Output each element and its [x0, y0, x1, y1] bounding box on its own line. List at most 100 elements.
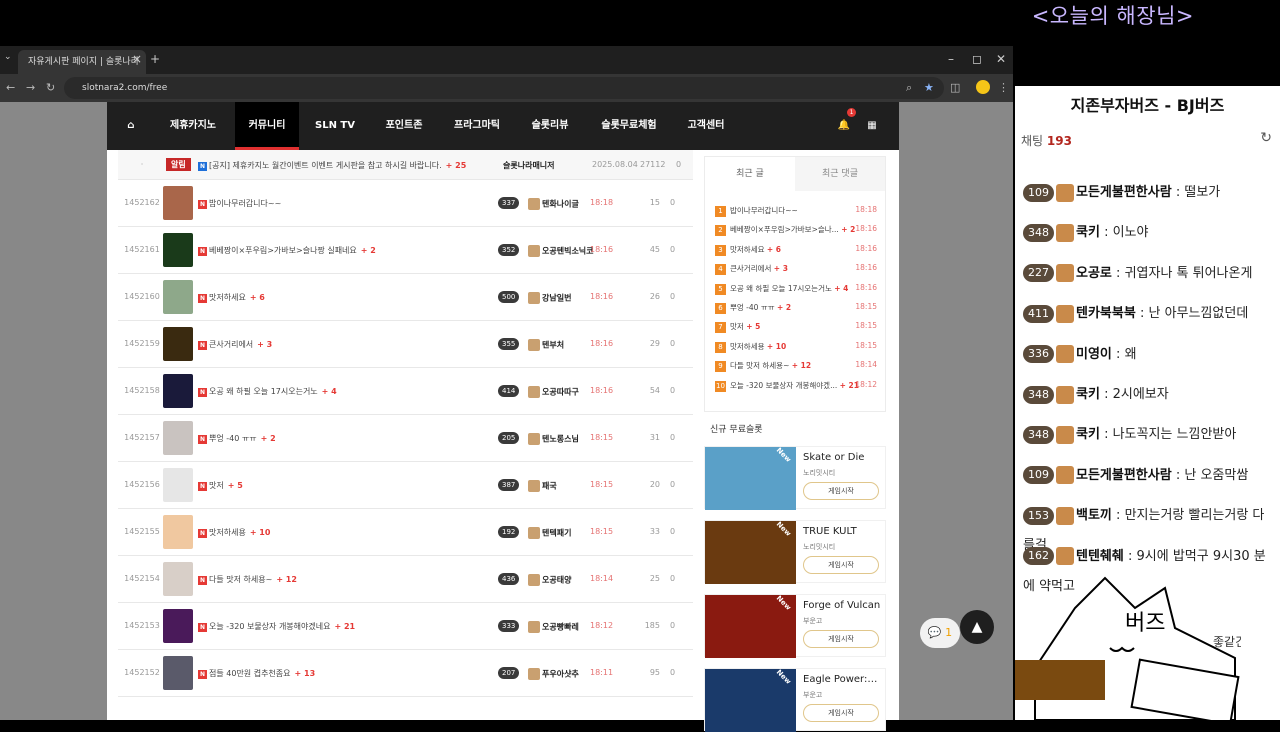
table-row[interactable]: 1452162 N 밥이나무러갑니다~~ 337 텐화나이글 18:18 15 0	[118, 180, 693, 227]
chat-nickname[interactable]: 오공로	[1076, 266, 1112, 281]
game-start-button[interactable]: 게임시작	[803, 482, 879, 500]
table-row[interactable]: 1452153 N 오늘 -320 보물상자 개봉해야겠네요 + 21 333 오공…	[118, 603, 693, 650]
game-start-button[interactable]: 게임시작	[803, 704, 879, 722]
table-row[interactable]: 1452152 N 점들 40만원 켭추천좀요 + 13 207 푸우아샷추 18:…	[118, 650, 693, 697]
recent-item[interactable]: 7 맛저 + 5 18:15	[715, 321, 877, 334]
table-row[interactable]: 1452158 N 오공 왜 하필 오늘 17시오는거노 + 4 414 오공따따구…	[118, 368, 693, 415]
chat-nickname[interactable]: 모든게불편한사람	[1076, 468, 1172, 483]
url-input[interactable]: slotnara2.com/free	[64, 77, 944, 99]
back-button[interactable]: ←	[6, 81, 15, 94]
chat-nickname[interactable]: 백토끼	[1076, 508, 1112, 523]
chat-nickname[interactable]: 쿡키	[1076, 427, 1100, 442]
zoom-icon[interactable]: ⌕	[906, 81, 912, 95]
post-title[interactable]: N 뿌엉 -40 ㅠㅠ + 2	[198, 433, 276, 444]
notice-row[interactable]: · 알림 N [공지] 제휴카지노 월간이벤트 이벤트 게시판을 참고 하시길 바…	[118, 150, 693, 180]
post-author[interactable]: 패국	[528, 480, 557, 492]
tab-recent-comments[interactable]: 최근 댓글	[795, 157, 885, 191]
post-author[interactable]: 오공빵빠레	[528, 621, 579, 633]
chat-nickname[interactable]: 미영이	[1076, 347, 1112, 362]
nav-item-free-slot[interactable]: 슬롯무료체험	[593, 102, 665, 150]
post-thumbnail[interactable]	[163, 609, 193, 643]
table-row[interactable]: 1452155 N 맛저하세용 + 10 192 텐텍패기 18:15 33 0	[118, 509, 693, 556]
post-author[interactable]: 텐텍패기	[528, 527, 571, 539]
recent-item[interactable]: 2 베베짱이×푸우림>가바보>슬나... + 2 18:16	[715, 224, 877, 237]
browser-tab[interactable]: 자유게시판 페이지 | 슬롯나라	[18, 50, 146, 74]
post-title[interactable]: N 맛저하세용 + 10	[198, 527, 270, 538]
post-thumbnail[interactable]	[163, 656, 193, 690]
post-thumbnail[interactable]	[163, 374, 193, 408]
nav-item-sln-tv[interactable]: SLN TV	[307, 102, 363, 150]
post-title[interactable]: N 베베짱이×푸우림>가바보>슬나짱 실패네요 + 2	[198, 245, 376, 256]
post-thumbnail[interactable]	[163, 280, 193, 314]
post-thumbnail[interactable]	[163, 421, 193, 455]
tab-close-icon[interactable]: ×	[132, 52, 142, 66]
post-title[interactable]: N 맛저 + 5	[198, 480, 243, 491]
reload-button[interactable]: ↻	[46, 81, 55, 94]
slot-game-image[interactable]: New	[705, 446, 796, 510]
post-author[interactable]: 텐화나이글	[528, 198, 579, 210]
nav-item-partner-casino[interactable]: 제휴카지노	[163, 102, 223, 150]
minimize-button[interactable]: –	[948, 52, 954, 66]
game-start-button[interactable]: 게임시작	[803, 556, 879, 574]
nav-item-slot-review[interactable]: 슬롯리뷰	[521, 102, 579, 150]
recent-item[interactable]: 4 큰사거리에서 + 3 18:16	[715, 263, 877, 276]
notice-title[interactable]: N [공지] 제휴카지노 월간이벤트 이벤트 게시판을 참고 하시길 바랍니다. +…	[198, 160, 466, 171]
post-author[interactable]: 강남일번	[528, 292, 571, 304]
post-title[interactable]: N 오공 왜 하필 오늘 17시오는거노 + 4	[198, 386, 337, 397]
nav-item-pragmatic[interactable]: 프라그마틱	[445, 102, 509, 150]
nav-item-community[interactable]: 커뮤니티	[235, 102, 299, 150]
recent-item[interactable]: 5 오공 왜 하필 오늘 17시오는거노 + 4 18:16	[715, 283, 877, 295]
browser-menu-icon[interactable]: ⋮	[998, 81, 1009, 94]
chat-float-button[interactable]: 💬 1	[920, 618, 960, 648]
bookmark-star-icon[interactable]: ★	[924, 81, 934, 94]
table-row[interactable]: 1452161 N 베베짱이×푸우림>가바보>슬나짱 실패네요 + 2 352 오공…	[118, 227, 693, 274]
scroll-top-button[interactable]: ▲	[960, 610, 994, 644]
recent-item[interactable]: 9 다들 맛저 하세용~ + 12 18:14	[715, 360, 877, 373]
tab-menu-icon[interactable]: ⌄	[4, 52, 12, 62]
notice-author[interactable]: 슬롯나라매니저	[503, 160, 555, 171]
post-title[interactable]: N 다들 맛저 하세용~ + 12	[198, 574, 297, 585]
chat-nickname[interactable]: 쿡키	[1076, 225, 1100, 240]
slot-game-image[interactable]: New	[705, 668, 796, 732]
profile-avatar[interactable]	[976, 80, 990, 94]
slot-game-image[interactable]: New	[705, 594, 796, 658]
post-author[interactable]: 오공텐빅소닉코	[528, 245, 594, 257]
refresh-icon[interactable]: ↻	[1260, 130, 1272, 146]
maximize-button[interactable]: ◻	[972, 52, 982, 66]
table-row[interactable]: 1452156 N 맛저 + 5 387 패국 18:15 20 0	[118, 462, 693, 509]
game-start-button[interactable]: 게임시작	[803, 630, 879, 648]
window-close-button[interactable]: ✕	[996, 52, 1006, 66]
chat-nickname[interactable]: 텐텐췌췌	[1076, 549, 1124, 564]
table-row[interactable]: 1452159 N 큰사거리에서 + 3 355 텐부처 18:16 29 0	[118, 321, 693, 368]
table-row[interactable]: 1452154 N 다들 맛저 하세용~ + 12 436 오공태양 18:14 2…	[118, 556, 693, 603]
post-thumbnail[interactable]	[163, 562, 193, 596]
post-thumbnail[interactable]	[163, 327, 193, 361]
post-title[interactable]: N 점들 40만원 켭추천좀요 + 13	[198, 668, 315, 679]
forward-button[interactable]: →	[26, 81, 35, 94]
extensions-icon[interactable]: ◫	[950, 81, 960, 94]
post-title[interactable]: N 큰사거리에서 + 3	[198, 339, 272, 350]
post-author[interactable]: 텐노롱스님	[528, 433, 579, 445]
table-row[interactable]: 1452157 N 뿌엉 -40 ㅠㅠ + 2 205 텐노롱스님 18:15 31…	[118, 415, 693, 462]
recent-item[interactable]: 6 뿌엉 -40 ㅠㅠ + 2 18:15	[715, 302, 877, 314]
post-author[interactable]: 푸우아샷추	[528, 668, 579, 680]
chat-nickname[interactable]: 텐카북북북	[1076, 306, 1136, 321]
post-title[interactable]: N 오늘 -320 보물상자 개봉해야겠네요 + 21	[198, 621, 355, 632]
post-thumbnail[interactable]	[163, 515, 193, 549]
post-thumbnail[interactable]	[163, 186, 193, 220]
post-thumbnail[interactable]	[163, 233, 193, 267]
recent-item[interactable]: 3 맛저하세요 + 6 18:16	[715, 244, 877, 256]
chat-nickname[interactable]: 모든게불편한사람	[1076, 185, 1172, 200]
recent-item[interactable]: 10 오늘 -320 보물상자 개봉해야겠... + 21 18:12	[715, 380, 877, 392]
post-author[interactable]: 오공따따구	[528, 386, 579, 398]
post-author[interactable]: 텐부처	[528, 339, 564, 351]
slot-game-image[interactable]: New	[705, 520, 796, 584]
post-title[interactable]: N 맛저하세요 + 6	[198, 292, 265, 303]
grid-menu-icon[interactable]: ▦	[861, 102, 883, 150]
recent-item[interactable]: 1 밥이나무러갑니다~~ 18:18	[715, 205, 877, 217]
nav-item-support[interactable]: 고객센터	[679, 102, 733, 150]
tab-recent-posts[interactable]: 최근 글	[705, 157, 795, 191]
nav-item-point-zone[interactable]: 포인트존	[373, 102, 435, 150]
home-icon[interactable]: ⌂	[117, 102, 145, 150]
post-thumbnail[interactable]	[163, 468, 193, 502]
